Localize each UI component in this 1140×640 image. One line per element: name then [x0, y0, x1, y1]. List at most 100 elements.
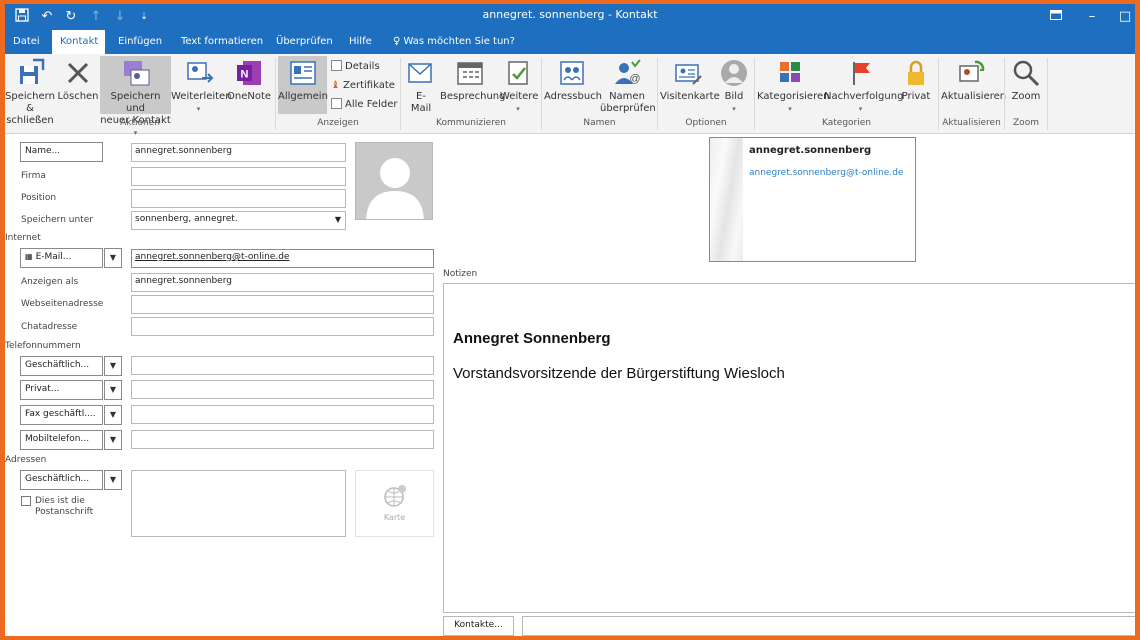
phone-home-button[interactable]: Privat...: [20, 380, 103, 400]
save-new-icon: [121, 58, 151, 88]
card-name: annegret.sonnenberg: [749, 145, 872, 156]
calendar-icon: [455, 58, 485, 88]
phone-home-input[interactable]: [131, 380, 434, 399]
notes-area[interactable]: Annegret Sonnenberg Vorstandsvorsitzende…: [443, 283, 1135, 613]
certificate-icon: ♝: [331, 80, 340, 91]
mailing-address-label-2: Postanschrift: [35, 507, 94, 517]
save-close-icon: [15, 58, 45, 88]
onenote-button[interactable]: N OneNote: [227, 56, 271, 103]
categorize-icon: [775, 58, 805, 88]
web-address-input[interactable]: [131, 295, 434, 314]
all-fields-button[interactable]: Alle Felder: [331, 98, 397, 112]
zoom-button[interactable]: Zoom: [1007, 56, 1045, 103]
display-as-input[interactable]: annegret.sonnenberg: [131, 273, 434, 292]
notes-label: Notizen: [443, 269, 478, 279]
file-as-label: Speichern unter: [21, 215, 93, 225]
phone-business-input[interactable]: [131, 356, 434, 375]
linked-contacts-input[interactable]: [522, 616, 1135, 636]
delete-button[interactable]: Löschen: [57, 56, 99, 103]
phone-home-dropdown[interactable]: ▼: [104, 380, 122, 400]
tell-me-search[interactable]: ♀ Was möchten Sie tun?: [385, 30, 523, 54]
maximize-icon[interactable]: □: [1116, 8, 1134, 26]
address-book-button[interactable]: Adressbuch: [544, 56, 602, 103]
check-names-button[interactable]: @ Namen überprüfen: [600, 56, 656, 115]
tab-ueberpruefen[interactable]: Überprüfen: [268, 30, 341, 54]
card-email: annegret.sonnenberg@t-online.de: [749, 168, 904, 178]
certificates-label: Zertifikate: [342, 80, 395, 91]
tab-einfuegen[interactable]: Einfügen: [110, 30, 170, 54]
position-input[interactable]: [131, 189, 346, 208]
update-label: Aktualisieren: [941, 91, 1007, 102]
contact-form: Name... annegret.sonnenberg Firma Positi…: [5, 135, 1135, 636]
tab-datei[interactable]: Datei: [5, 30, 48, 54]
address-book-label: Adressbuch: [544, 91, 602, 102]
address-type-button[interactable]: Geschäftlich...: [20, 470, 103, 490]
general-view-label: Allgemein: [278, 91, 328, 102]
group-namen: Namen: [583, 118, 616, 128]
tab-hilfe[interactable]: Hilfe: [341, 30, 380, 54]
private-button[interactable]: Privat: [899, 56, 933, 103]
tab-kontakt[interactable]: Kontakt: [52, 30, 105, 54]
group-optionen: Optionen: [685, 118, 727, 128]
im-address-label: Chatadresse: [21, 322, 78, 332]
company-input[interactable]: [131, 167, 346, 186]
email-dropdown[interactable]: ▼: [104, 248, 122, 268]
mobile-phone-input[interactable]: [131, 430, 434, 449]
mobile-phone-button[interactable]: Mobiltelefon...: [20, 430, 103, 450]
phone-business-button[interactable]: Geschäftlich...: [20, 356, 103, 376]
contact-photo[interactable]: [355, 142, 433, 220]
zoom-label: Zoom: [1011, 91, 1041, 102]
meeting-button[interactable]: Besprechung: [440, 56, 505, 103]
picture-button[interactable]: Bild ▾: [716, 56, 752, 115]
tab-text-formatieren[interactable]: Text formatieren: [173, 30, 271, 54]
address-type-dropdown[interactable]: ▼: [104, 470, 122, 490]
more-button[interactable]: Weitere ▾: [500, 56, 539, 115]
details-button[interactable]: Details: [331, 60, 380, 74]
categorize-button[interactable]: Kategorisieren ▾: [757, 56, 829, 115]
file-as-select[interactable]: sonnenberg, annegret. ▼: [131, 211, 346, 230]
fax-business-dropdown[interactable]: ▼: [104, 405, 122, 425]
mailing-address-checkbox[interactable]: [21, 496, 31, 506]
picture-label: Bild: [724, 91, 744, 102]
contact-photo-placeholder-icon: [366, 158, 424, 219]
general-view-button[interactable]: Allgemein: [278, 56, 328, 114]
email-button[interactable]: E- Mail: [403, 56, 439, 115]
separator: [1047, 58, 1048, 130]
full-name-input[interactable]: annegret.sonnenberg: [131, 143, 346, 162]
map-button[interactable]: Karte: [355, 470, 434, 537]
group-anzeigen: Anzeigen: [317, 118, 359, 128]
business-card-button[interactable]: Visitenkarte: [660, 56, 720, 103]
update-button[interactable]: Aktualisieren: [941, 56, 1007, 103]
followup-button[interactable]: Nachverfolgung ▾: [824, 56, 903, 115]
name-button[interactable]: Name...: [20, 142, 103, 162]
im-address-input[interactable]: [131, 317, 434, 336]
fax-business-input[interactable]: [131, 405, 434, 424]
certificates-button[interactable]: ♝ Zertifikate: [331, 79, 395, 93]
phone-business-dropdown[interactable]: ▼: [104, 356, 122, 376]
chevron-down-icon: ▼: [334, 215, 341, 224]
email-icon: [406, 58, 436, 88]
email-input[interactable]: annegret.sonnenberg@t-online.de: [131, 249, 434, 268]
fax-business-button[interactable]: Fax geschäftl....: [20, 405, 103, 425]
ribbon-display-options-icon[interactable]: [1047, 8, 1065, 26]
save-close-button[interactable]: Speichern & schließen: [5, 56, 55, 127]
email-field-button[interactable]: ▦ E-Mail...: [20, 248, 103, 268]
forward-button[interactable]: Weiterleiten ▾: [171, 56, 232, 115]
caret-down-icon: ▾: [196, 105, 201, 113]
mobile-phone-dropdown[interactable]: ▼: [104, 430, 122, 450]
business-card-label: Visitenkarte: [660, 91, 720, 102]
title-bar: ↶ ↻ ↑ ↓ ⇣ annegret. sonnenberg - Kontakt…: [5, 4, 1135, 30]
address-textarea[interactable]: [131, 470, 346, 537]
display-as-label: Anzeigen als: [21, 277, 79, 287]
private-label: Privat: [901, 91, 931, 102]
more-label: Weitere: [500, 91, 539, 102]
avatar-icon: [719, 58, 749, 88]
check-names-label-2: überprüfen: [600, 103, 656, 114]
delete-label: Löschen: [57, 91, 99, 102]
minimize-icon[interactable]: –: [1083, 8, 1101, 26]
contacts-button[interactable]: Kontakte...: [443, 616, 514, 636]
save-new-button[interactable]: Speichern und neuer Kontakt ▾: [100, 56, 171, 137]
internet-section-title: Internet: [5, 233, 41, 243]
magnifier-icon: [1011, 58, 1041, 88]
save-new-label-1: Speichern und: [110, 91, 161, 114]
